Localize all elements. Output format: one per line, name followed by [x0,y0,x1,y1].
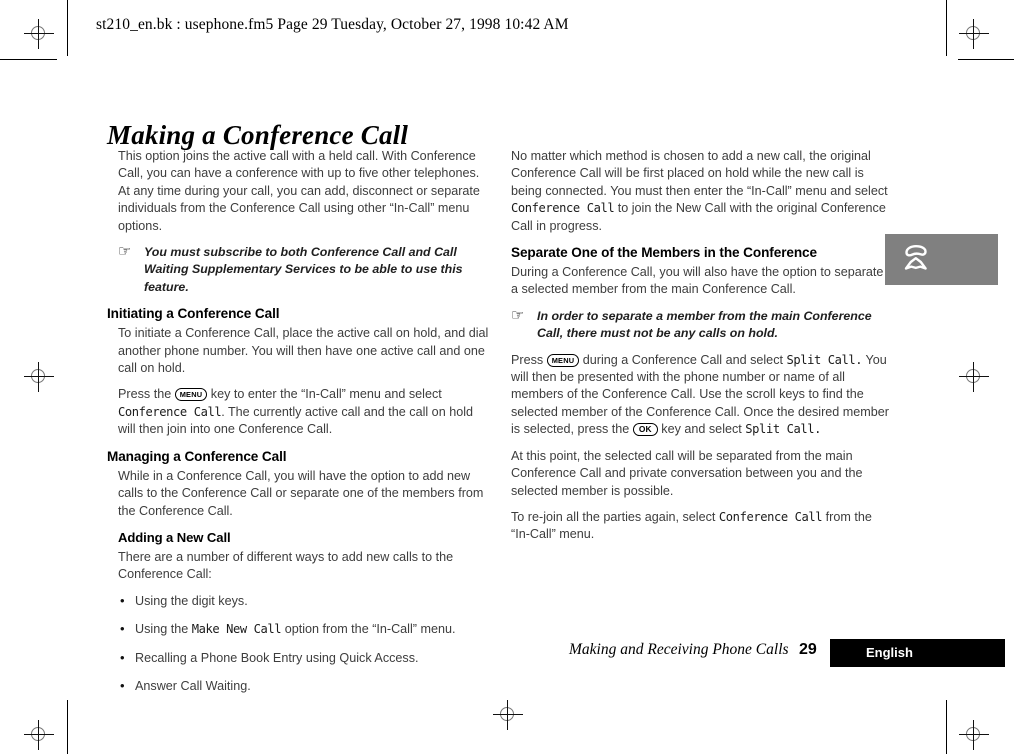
separate-paragraph-3: At this point, the selected call will be… [511,448,863,498]
bullet-1-pre: Using the [135,622,189,637]
right-p2-pre: Press [511,352,544,367]
initiating-paragraph-2: Press the MENU key to enter the “In-Call… [118,386,489,438]
heading-initiating-conference-call: Initiating a Conference Call [107,306,280,322]
initiating-p2-pre: Press the [118,387,172,402]
list-item: Recalling a Phone Book Entry using Quick… [118,649,489,667]
code-split-call: Split Call. [786,352,863,367]
registration-mark-mid-left [24,362,54,392]
code-make-new-call: Make New Call [191,622,282,637]
registration-mark-bottom-right [959,720,989,750]
document-page: st210_en.bk : usephone.fm5 Page 29 Tuesd… [0,0,1014,754]
heading-managing-conference-call: Managing a Conference Call [107,448,287,464]
footer-section-title: Making and Receiving Phone Calls [569,641,789,658]
bullet-0-pre: Using the digit keys. [135,593,248,608]
code-conference-call: Conference Call [118,404,222,419]
note-separate-member: ☞ In order to separate a member from the… [511,305,893,343]
adding-paragraph-1: There are a number of different ways to … [118,549,454,582]
registration-mark-mid-right [959,362,989,392]
code-conference-call-right: Conference Call [511,201,615,216]
menu-key-icon: MENU [546,353,580,367]
pointing-hand-icon: ☞ [118,242,132,261]
crop-line-top-left-horizontal [0,59,57,60]
registration-mark-top-left [24,19,54,49]
note-subscribe: ☞ You must subscribe to both Conference … [118,242,489,296]
heading-separate-member: Separate One of the Members in the Confe… [511,245,817,261]
initiating-paragraph-1: To initiate a Conference Call, place the… [118,326,489,376]
right-p2-tail: key and select [661,422,742,437]
list-item: Using the Make New Call option from the … [118,620,489,638]
ok-key-icon: OK [632,423,658,437]
bullet-2-pre: Recalling a Phone Book Entry using Quick… [135,650,419,665]
list-item: Answer Call Waiting. [118,677,489,695]
initiating-p2-mid: key to enter the “In-Call” menu and sele… [210,387,442,402]
heading-adding-a-new-call: Adding a New Call [118,529,231,545]
managing-paragraph-1: While in a Conference Call, you will hav… [118,468,484,518]
adding-methods-list: Using the digit keys. Using the Make New… [118,592,489,696]
list-item: Using the digit keys. [118,592,489,610]
code-conference-call-rejoin: Conference Call [718,509,823,524]
phone-handset-icon [904,245,927,270]
right-column: No matter which method is chosen to add … [511,148,893,553]
bullet-1-post: option from the “In-Call” menu. [284,622,456,637]
separate-paragraph-1: During a Conference Call, you will also … [511,265,884,297]
crop-line-bottom-left-vertical [67,700,68,754]
crop-line-top-left-vertical [67,0,68,56]
footer-page-number: 29 [799,641,817,658]
crop-line-top-right-vertical [946,0,947,56]
crop-line-top-right-horizontal [958,59,1014,60]
separate-paragraph-2: Press MENU during a Conference Call and … [511,352,893,439]
menu-key-icon: MENU [174,388,208,402]
note-separate-text: In order to separate a member from the m… [537,308,872,341]
intro-paragraph: This option joins the active call with a… [118,149,480,233]
registration-mark-bottom-center [493,700,523,730]
right-p4-pre: To re-join all the parties again, select [511,509,716,524]
registration-mark-top-right [959,19,989,49]
file-header-line: st210_en.bk : usephone.fm5 Page 29 Tuesd… [96,16,569,33]
page-title: Making a Conference Call [107,120,409,151]
left-column: This option joins the active call with a… [107,148,489,706]
margin-tab-phone-section [885,234,998,285]
crop-line-bottom-right-vertical [946,700,947,754]
registration-mark-bottom-left [24,720,54,750]
pointing-hand-icon: ☞ [511,305,525,324]
right-paragraph-1: No matter which method is chosen to add … [511,148,893,235]
bullet-3-pre: Answer Call Waiting. [135,678,251,693]
footer-language-label: English [866,645,913,660]
code-split-call-2: Split Call. [745,422,821,437]
note-subscribe-text: You must subscribe to both Conference Ca… [144,245,463,294]
right-p2-mid: during a Conference Call and select [582,352,783,367]
rejoin-paragraph: To re-join all the parties again, select… [511,509,893,544]
footer-language-bar: English [830,639,1005,667]
right-p1-pre: No matter which method is chosen to add … [511,149,888,198]
